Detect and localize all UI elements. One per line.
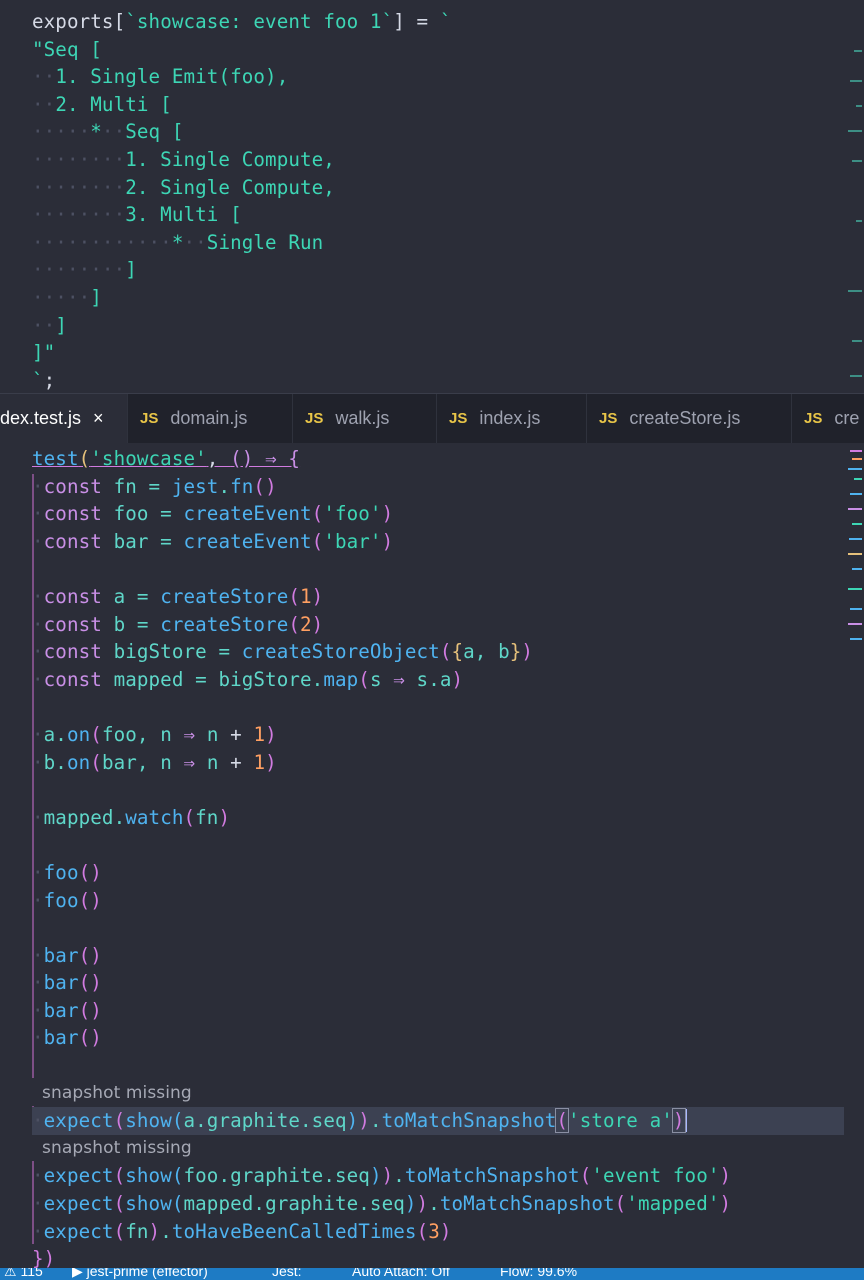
tab-domain[interactable]: JS domain.js (128, 394, 293, 443)
code-line: ·foo() (32, 888, 102, 912)
code-line: ·expect(fn).toHaveBeenCalledTimes(3) (32, 1219, 452, 1243)
javascript-file-icon: JS (140, 410, 159, 427)
code-line: ··2. Multi [ (32, 92, 172, 116)
code-line: ·bar() (32, 971, 102, 995)
code-line: ··1. Single Emit(foo), (32, 65, 289, 89)
code-line: }) (32, 1247, 56, 1270)
tab-label: domain.js (170, 408, 248, 428)
code-line: ·const bigStore = createStoreObject({a, … (32, 640, 534, 664)
code-line-current: ·expect(show(a.graphite.seq)).toMatchSna… (32, 1108, 687, 1134)
tab-createstore[interactable]: JS createStore.js (587, 394, 792, 443)
code-line: test('showcase', () ⇒ { (32, 447, 301, 470)
code-line: ·b.on(bar, n ⇒ n + 1) (32, 750, 277, 774)
code-line: ·const fn = jest.fn() (32, 474, 277, 498)
tab-walk[interactable]: JS walk.js (293, 394, 437, 443)
status-run-config[interactable]: ▶ jest-prime (effector) (72, 1268, 208, 1280)
code-line: ········3. Multi [ (32, 203, 242, 227)
code-line: ·bar() (32, 1026, 102, 1050)
status-jest[interactable]: Jest: (272, 1268, 302, 1279)
code-line: ·const b = createStore(2) (32, 612, 324, 636)
codelens-snapshot-missing[interactable]: snapshot missing (32, 1135, 824, 1163)
code-line: ········1. Single Compute, (32, 147, 335, 171)
tab-index-test[interactable]: dex.test.js × (0, 394, 128, 443)
status-auto-attach[interactable]: Auto Attach: Off (352, 1268, 450, 1279)
tab-label: index.js (479, 408, 541, 428)
code-line: exports[`showcase: event foo 1`] = ` (32, 10, 452, 33)
tab-label: createStore.js (629, 408, 741, 428)
minimap-top[interactable] (846, 10, 864, 390)
code-line: ·foo() (32, 860, 102, 884)
tab-label: dex.test.js (0, 408, 82, 428)
javascript-file-icon: JS (599, 410, 618, 427)
snapshot-editor-pane[interactable]: exports[`showcase: event foo 1`] = ` "Seq… (0, 0, 864, 393)
code-line: ·const mapped = bigStore.map(s ⇒ s.a) (32, 667, 464, 691)
tab-index[interactable]: JS index.js (437, 394, 587, 443)
code-line: ·expect(show(mapped.graphite.seq)).toMat… (32, 1192, 732, 1216)
minimap-bottom[interactable] (846, 448, 864, 648)
javascript-file-icon: JS (305, 410, 324, 427)
test-editor-pane[interactable]: test('showcase', () ⇒ { ·const fn = jest.… (0, 443, 864, 1270)
code-line: ·····] (32, 285, 102, 309)
javascript-file-icon: JS (804, 410, 823, 427)
status-flow[interactable]: Flow: 99.6% (500, 1268, 577, 1279)
code-line: ·const bar = createEvent('bar') (32, 529, 394, 553)
javascript-file-icon: JS (449, 410, 468, 427)
code-line: "Seq [ (32, 37, 102, 61)
tab-label: walk.js (335, 408, 390, 428)
code-line: ·····*··Seq [ (32, 120, 184, 144)
code-line: ·const foo = createEvent('foo') (32, 502, 394, 526)
close-icon[interactable]: × (93, 408, 104, 429)
codelens-snapshot-missing[interactable]: snapshot missing (32, 1080, 824, 1108)
code-line: ·const a = createStore(1) (32, 584, 324, 608)
code-line: ··] (32, 313, 67, 337)
code-line: ········] (32, 258, 137, 282)
code-line: ·mapped.watch(fn) (32, 805, 231, 829)
code-line: ········2. Single Compute, (32, 175, 335, 199)
code-line: ·expect(show(foo.graphite.seq)).toMatchS… (32, 1164, 732, 1188)
code-line: ·bar() (32, 998, 102, 1022)
code-line: ·a.on(foo, n ⇒ n + 1) (32, 722, 277, 746)
code-line: `; (32, 368, 56, 392)
tab-label: cre (834, 408, 860, 428)
code-line: ············*··Single Run (32, 230, 324, 254)
code-line: ·bar() (32, 943, 102, 967)
tab-cre[interactable]: JS cre (792, 394, 864, 443)
test-code[interactable]: test('showcase', () ⇒ { ·const fn = jest.… (32, 445, 824, 1270)
editor-tab-bar: dex.test.js × JS domain.js JS walk.js JS… (0, 393, 864, 443)
status-bar: ⚠ 115 ▶ jest-prime (effector) Jest: Auto… (0, 1268, 864, 1280)
status-warnings[interactable]: ⚠ 115 (4, 1268, 43, 1280)
code-line: ]" (32, 341, 56, 365)
snapshot-code[interactable]: exports[`showcase: event foo 1`] = ` "Seq… (32, 8, 824, 393)
